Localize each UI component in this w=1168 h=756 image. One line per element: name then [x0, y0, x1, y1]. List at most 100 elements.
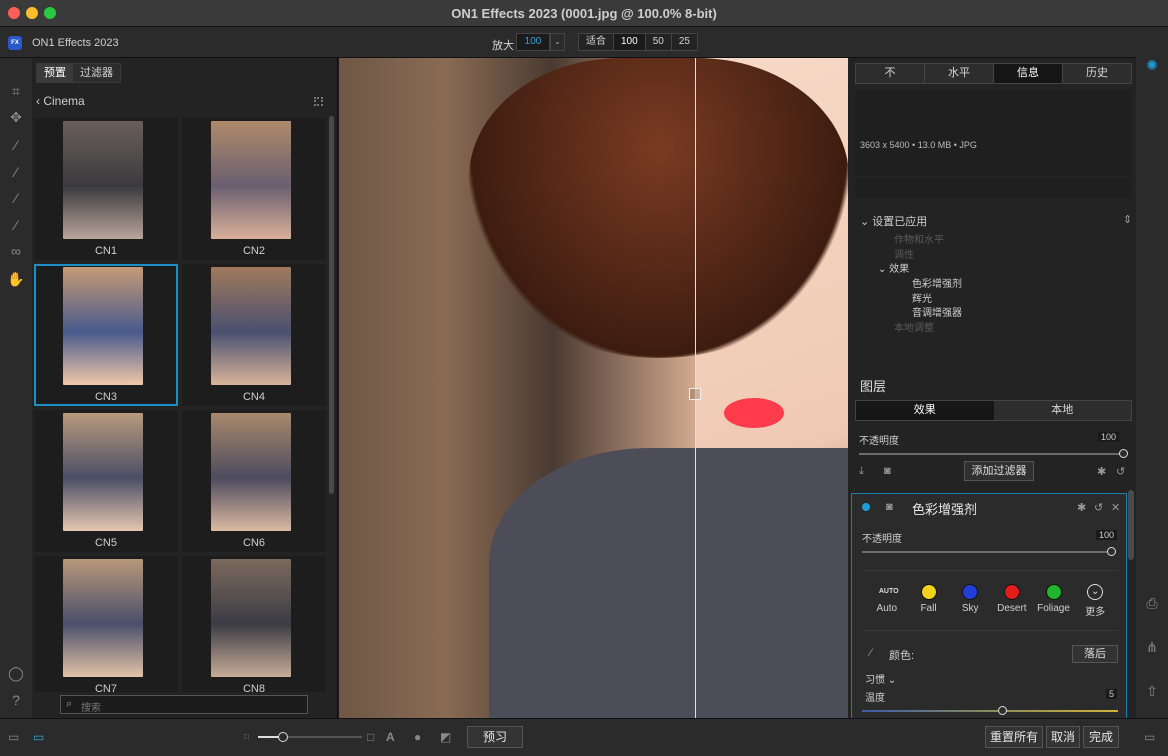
preset-auto[interactable]: AUTO Auto — [866, 584, 908, 618]
zoom-100-button[interactable]: 100 — [614, 34, 646, 50]
color-enhancer-filter: ◙ 色彩增强剂 ✱ ↺ ✕ 不透明度 100 AUTO Auto Fall Sk… — [851, 493, 1127, 723]
reset-all-button[interactable]: 重置所有 — [985, 726, 1043, 748]
gear-icon[interactable]: ✱ — [1077, 501, 1086, 514]
preset-caption: Foliage — [1037, 603, 1070, 614]
large-thumb-icon[interactable]: □ — [367, 730, 374, 744]
tab-effects[interactable]: 效果 — [856, 401, 994, 420]
preset-caption: Fall — [920, 603, 937, 614]
preset-image — [211, 267, 291, 385]
right-panel-scrollbar[interactable] — [1128, 490, 1134, 560]
toggle-right-panel-icon[interactable]: ▭ — [1144, 730, 1155, 744]
preset-thumbnail[interactable]: CN5 — [34, 410, 178, 552]
chevron-down-icon: ⌄ — [878, 264, 890, 275]
filter-opacity-knob[interactable] — [1107, 547, 1116, 556]
zoom-fit-button[interactable]: 适合 — [579, 34, 614, 50]
add-filter-button[interactable]: 添加过滤器 — [964, 461, 1034, 481]
layer-opacity-knob[interactable] — [1119, 449, 1128, 458]
module-strip: ✺ ⎙ ⋔ ⇧ — [1136, 27, 1168, 718]
info-tabs: 不 水平 信息 历史 — [855, 63, 1132, 84]
back-button[interactable]: 落后 — [1072, 645, 1118, 663]
preset-fall[interactable]: Fall — [908, 584, 950, 618]
retouch-brush-icon[interactable]: ⁄ — [7, 216, 25, 234]
tab-local[interactable]: 本地 — [993, 401, 1131, 420]
crop-tool-icon[interactable]: ⌗ — [7, 82, 25, 100]
zoom-25-button[interactable]: 25 — [671, 34, 697, 50]
settings-applied-header[interactable]: ⌄ 设置已应用 — [860, 213, 927, 229]
filter-enabled-toggle[interactable] — [862, 503, 870, 511]
tab-presets[interactable]: 预置 — [37, 64, 73, 82]
effects-module-icon[interactable]: ✺ — [1143, 57, 1161, 74]
zoom-50-button[interactable]: 50 — [645, 34, 672, 50]
habit-select[interactable]: 习惯 ⌄ — [865, 671, 896, 686]
preset-foliage[interactable]: Foliage — [1033, 584, 1075, 618]
thumbnail-size-knob[interactable] — [278, 732, 288, 742]
preset-thumbnail[interactable]: CN1 — [34, 118, 178, 260]
search-input[interactable]: ⌕ 搜索 — [60, 695, 308, 714]
top-toolbar: FX ON1 Effects 2023 放大 100 ⌄ 适合 100 50 2… — [0, 27, 1168, 58]
preset-thumbnail[interactable]: CN8 — [182, 556, 326, 692]
preset-thumbnail[interactable]: CN7 — [34, 556, 178, 692]
brush-tool-icon[interactable]: ⁄ — [7, 163, 25, 181]
preset-thumbnail[interactable]: CN4 — [182, 264, 326, 406]
zoom-dropdown-button[interactable]: ⌄ — [550, 33, 565, 51]
preset-desert[interactable]: Desert — [991, 584, 1033, 618]
tab-filters[interactable]: 过滤器 — [73, 64, 120, 82]
zoom-input[interactable]: 100 — [516, 33, 550, 51]
cancel-button[interactable]: 取消 — [1046, 726, 1080, 748]
magic-wand-icon[interactable]: ⁄ — [7, 136, 25, 154]
chevron-down-icon: ⌄ — [885, 675, 897, 686]
preset-sky[interactable]: Sky — [949, 584, 991, 618]
image-canvas[interactable] — [339, 58, 848, 718]
text-overlay-icon[interactable]: A — [386, 730, 395, 744]
print-icon[interactable]: ⎙ — [1143, 595, 1161, 612]
close-icon[interactable]: ✕ — [1111, 501, 1120, 514]
tab-info[interactable]: 信息 — [994, 64, 1063, 83]
tab-level[interactable]: 水平 — [925, 64, 994, 83]
done-button[interactable]: 完成 — [1083, 726, 1119, 748]
filter-opacity-slider[interactable] — [862, 551, 1116, 553]
tree-item: 色彩增强剂 — [912, 279, 962, 290]
mask-view-icon[interactable]: ● — [414, 730, 421, 744]
browser-scrollbar[interactable] — [329, 116, 334, 494]
grid-view-icon[interactable] — [314, 97, 323, 106]
expand-collapse-icon[interactable]: ⇕ — [1123, 213, 1132, 226]
share-icon[interactable]: ⋔ — [1143, 639, 1161, 656]
reset-icon[interactable]: ↺ — [1094, 501, 1103, 514]
tab-history[interactable]: 历史 — [1063, 64, 1131, 83]
breadcrumb[interactable]: ‹ Cinema — [36, 94, 85, 108]
preset-thumbnail-selected[interactable]: CN3 — [34, 264, 178, 406]
masking-brush-icon[interactable]: ⁄ — [7, 189, 25, 207]
photo-shirt-region — [489, 448, 848, 718]
temperature-value[interactable]: 5 — [1106, 689, 1118, 699]
move-tool-icon[interactable]: ✥ — [7, 108, 25, 126]
preset-label: CN1 — [94, 245, 117, 257]
toggle-left-panel-icon[interactable]: ▭ — [8, 730, 19, 744]
preset-grid: CN1 CN2 CN3 CN4 CN5 CN6 CN7 CN8 — [34, 118, 326, 692]
filter-mask-icon[interactable]: ◙ — [886, 501, 893, 513]
preview-button[interactable]: 预习 — [467, 726, 523, 748]
preset-more[interactable]: ⌄ 更多 — [1074, 584, 1116, 618]
filter-opacity-value[interactable]: 100 — [1096, 530, 1118, 540]
tab-none[interactable]: 不 — [856, 64, 925, 83]
layer-opacity-slider[interactable] — [859, 453, 1124, 455]
preset-thumbnail[interactable]: CN2 — [182, 118, 326, 260]
view-mode-icon[interactable]: ▭ — [33, 730, 44, 744]
reset-icon[interactable]: ↺ — [1116, 465, 1125, 478]
account-icon[interactable]: ◯ — [7, 664, 25, 682]
tree-item-label: 效果 — [889, 264, 910, 275]
layer-opacity-value[interactable]: 100 — [1098, 432, 1120, 442]
temperature-knob[interactable] — [998, 706, 1007, 715]
layer-mask-icon[interactable]: ◙ — [884, 465, 891, 477]
export-icon[interactable]: ⇧ — [1143, 683, 1161, 700]
preset-thumbnail[interactable]: CN6 — [182, 410, 326, 552]
layer-save-icon[interactable]: ⤓ — [859, 465, 864, 478]
help-icon[interactable]: ? — [7, 691, 25, 709]
eyedropper-icon[interactable]: ⁄ — [870, 647, 872, 659]
compare-icon[interactable]: ◩ — [440, 730, 451, 744]
split-handle[interactable] — [689, 388, 701, 400]
gear-icon[interactable]: ✱ — [1097, 465, 1106, 478]
view-hand-tool-icon[interactable]: ✋ — [7, 270, 25, 288]
temperature-slider[interactable] — [862, 710, 1118, 712]
tree-item-effects[interactable]: ⌄ 效果 — [878, 260, 909, 275]
clone-stamp-icon[interactable]: ∞ — [7, 242, 25, 260]
